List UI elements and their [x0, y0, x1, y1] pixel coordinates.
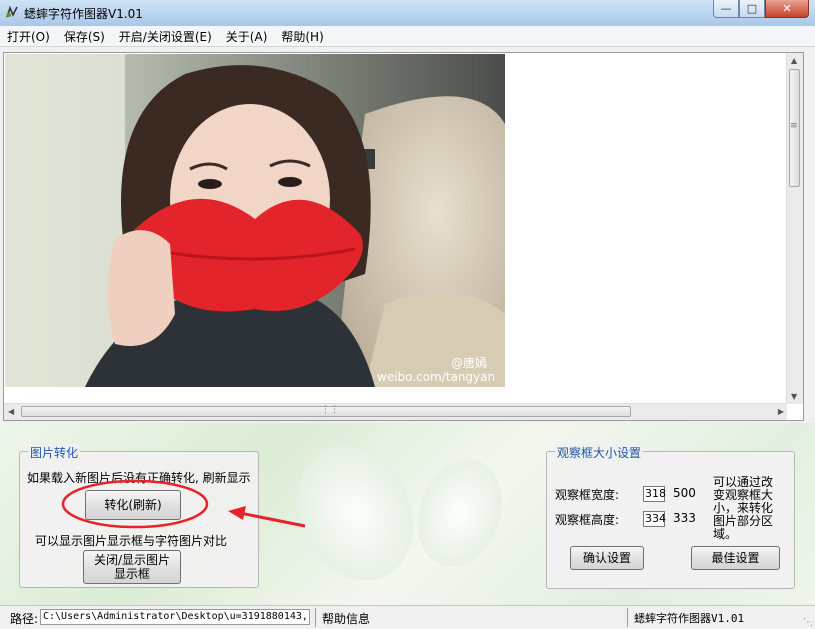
toggle-preview-label-2: 显示框 — [113, 567, 150, 581]
height-label: 观察框高度: — [555, 513, 620, 527]
image-viewport[interactable]: @唐嫣 weibo.com/tangyan ▲ ≡ ▼ ◀ ⋮⋮ ▶ — [3, 52, 804, 421]
path-field[interactable]: C:\Users\Administrator\Desktop\u=3191880… — [40, 609, 310, 625]
menu-save[interactable]: 保存(S) — [57, 28, 112, 45]
best-settings-button[interactable]: 最佳设置 — [691, 546, 780, 570]
path-label: 路径: — [10, 612, 39, 626]
menu-help[interactable]: 帮助(H) — [274, 28, 330, 45]
scroll-down-icon[interactable]: ▼ — [791, 392, 797, 401]
confirm-settings-label: 确认设置 — [582, 551, 631, 565]
convert-refresh-button[interactable]: 转化(刷新) — [85, 490, 181, 520]
scroll-up-icon[interactable]: ▲ — [791, 56, 797, 65]
status-bar: 路径: C:\Users\Administrator\Desktop\u=319… — [0, 605, 815, 629]
best-settings-label: 最佳设置 — [711, 551, 760, 565]
control-panel: 图片转化 如果载入新图片后没有正确转化, 刷新显示 转化(刷新) 可以显示图片显… — [0, 423, 815, 605]
convert-hint: 如果载入新图片后没有正确转化, 刷新显示 — [27, 471, 251, 485]
scroll-right-icon[interactable]: ▶ — [778, 407, 784, 416]
height-max: 333 — [673, 511, 696, 525]
photo-watermark-handle: @唐嫣 — [451, 356, 488, 370]
toggle-preview-button[interactable]: 关闭/显示图片 显示框 — [83, 550, 181, 584]
status-app-name: 蟋蟀字符作图器V1.01 — [634, 612, 745, 625]
height-input[interactable]: 334 — [643, 511, 666, 527]
toggle-hint: 可以显示图片显示框与字符图片对比 — [35, 534, 228, 548]
close-icon[interactable]: ✕ — [765, 0, 809, 18]
viewbox-group-title: 观察框大小设置 — [555, 444, 644, 461]
toggle-preview-label-1: 关闭/显示图片 — [93, 553, 171, 567]
convert-group-title: 图片转化 — [28, 444, 81, 461]
confirm-settings-button[interactable]: 确认设置 — [570, 546, 644, 570]
window-title: 蟋蟀字符作图器V1.01 — [24, 7, 143, 21]
menu-toggle-settings[interactable]: 开启/关闭设置(E) — [112, 28, 219, 45]
menu-bar: 打开(O) 保存(S) 开启/关闭设置(E) 关于(A) 帮助(H) — [0, 26, 815, 47]
photo-watermark-site: weibo.com/tangyan — [377, 370, 496, 384]
minimize-icon[interactable]: — — [713, 0, 739, 18]
grip-icon: ⋮⋮ — [321, 405, 339, 415]
width-label: 观察框宽度: — [555, 488, 620, 502]
resize-grip-icon[interactable]: ⋱ — [803, 617, 813, 628]
loaded-photo: @唐嫣 weibo.com/tangyan — [5, 54, 505, 387]
title-bar: 蟋蟀字符作图器V1.01 — □ ✕ — [0, 0, 815, 27]
background-petal — [403, 447, 517, 579]
background-petal — [275, 426, 435, 600]
convert-refresh-label: 转化(刷新) — [104, 498, 162, 512]
menu-open[interactable]: 打开(O) — [0, 28, 57, 45]
maximize-icon[interactable]: □ — [739, 0, 765, 18]
width-max: 500 — [673, 486, 696, 500]
status-separator — [315, 608, 316, 627]
convert-group: 图片转化 如果载入新图片后没有正确转化, 刷新显示 转化(刷新) 可以显示图片显… — [19, 444, 259, 588]
viewbox-note: 可以通过改 变观察框大 小，来转化 图片部分区 域。 — [713, 476, 785, 541]
scroll-left-icon[interactable]: ◀ — [8, 407, 14, 416]
viewbox-note-line: 域。 — [713, 527, 738, 541]
width-input[interactable]: 318 — [643, 486, 666, 502]
window-controls: — □ ✕ — [713, 0, 809, 18]
horizontal-scrollbar[interactable]: ◀ ⋮⋮ ▶ — [4, 403, 787, 420]
grip-icon: ≡ — [790, 121, 798, 131]
viewbox-size-group: 观察框大小设置 观察框宽度: 318 500 观察框高度: 334 333 可以… — [546, 444, 795, 589]
status-separator — [627, 608, 628, 627]
menu-about[interactable]: 关于(A) — [219, 28, 275, 45]
app-icon — [6, 5, 18, 18]
help-info-label: 帮助信息 — [322, 612, 371, 626]
vertical-scrollbar[interactable]: ▲ ≡ ▼ — [786, 53, 803, 404]
